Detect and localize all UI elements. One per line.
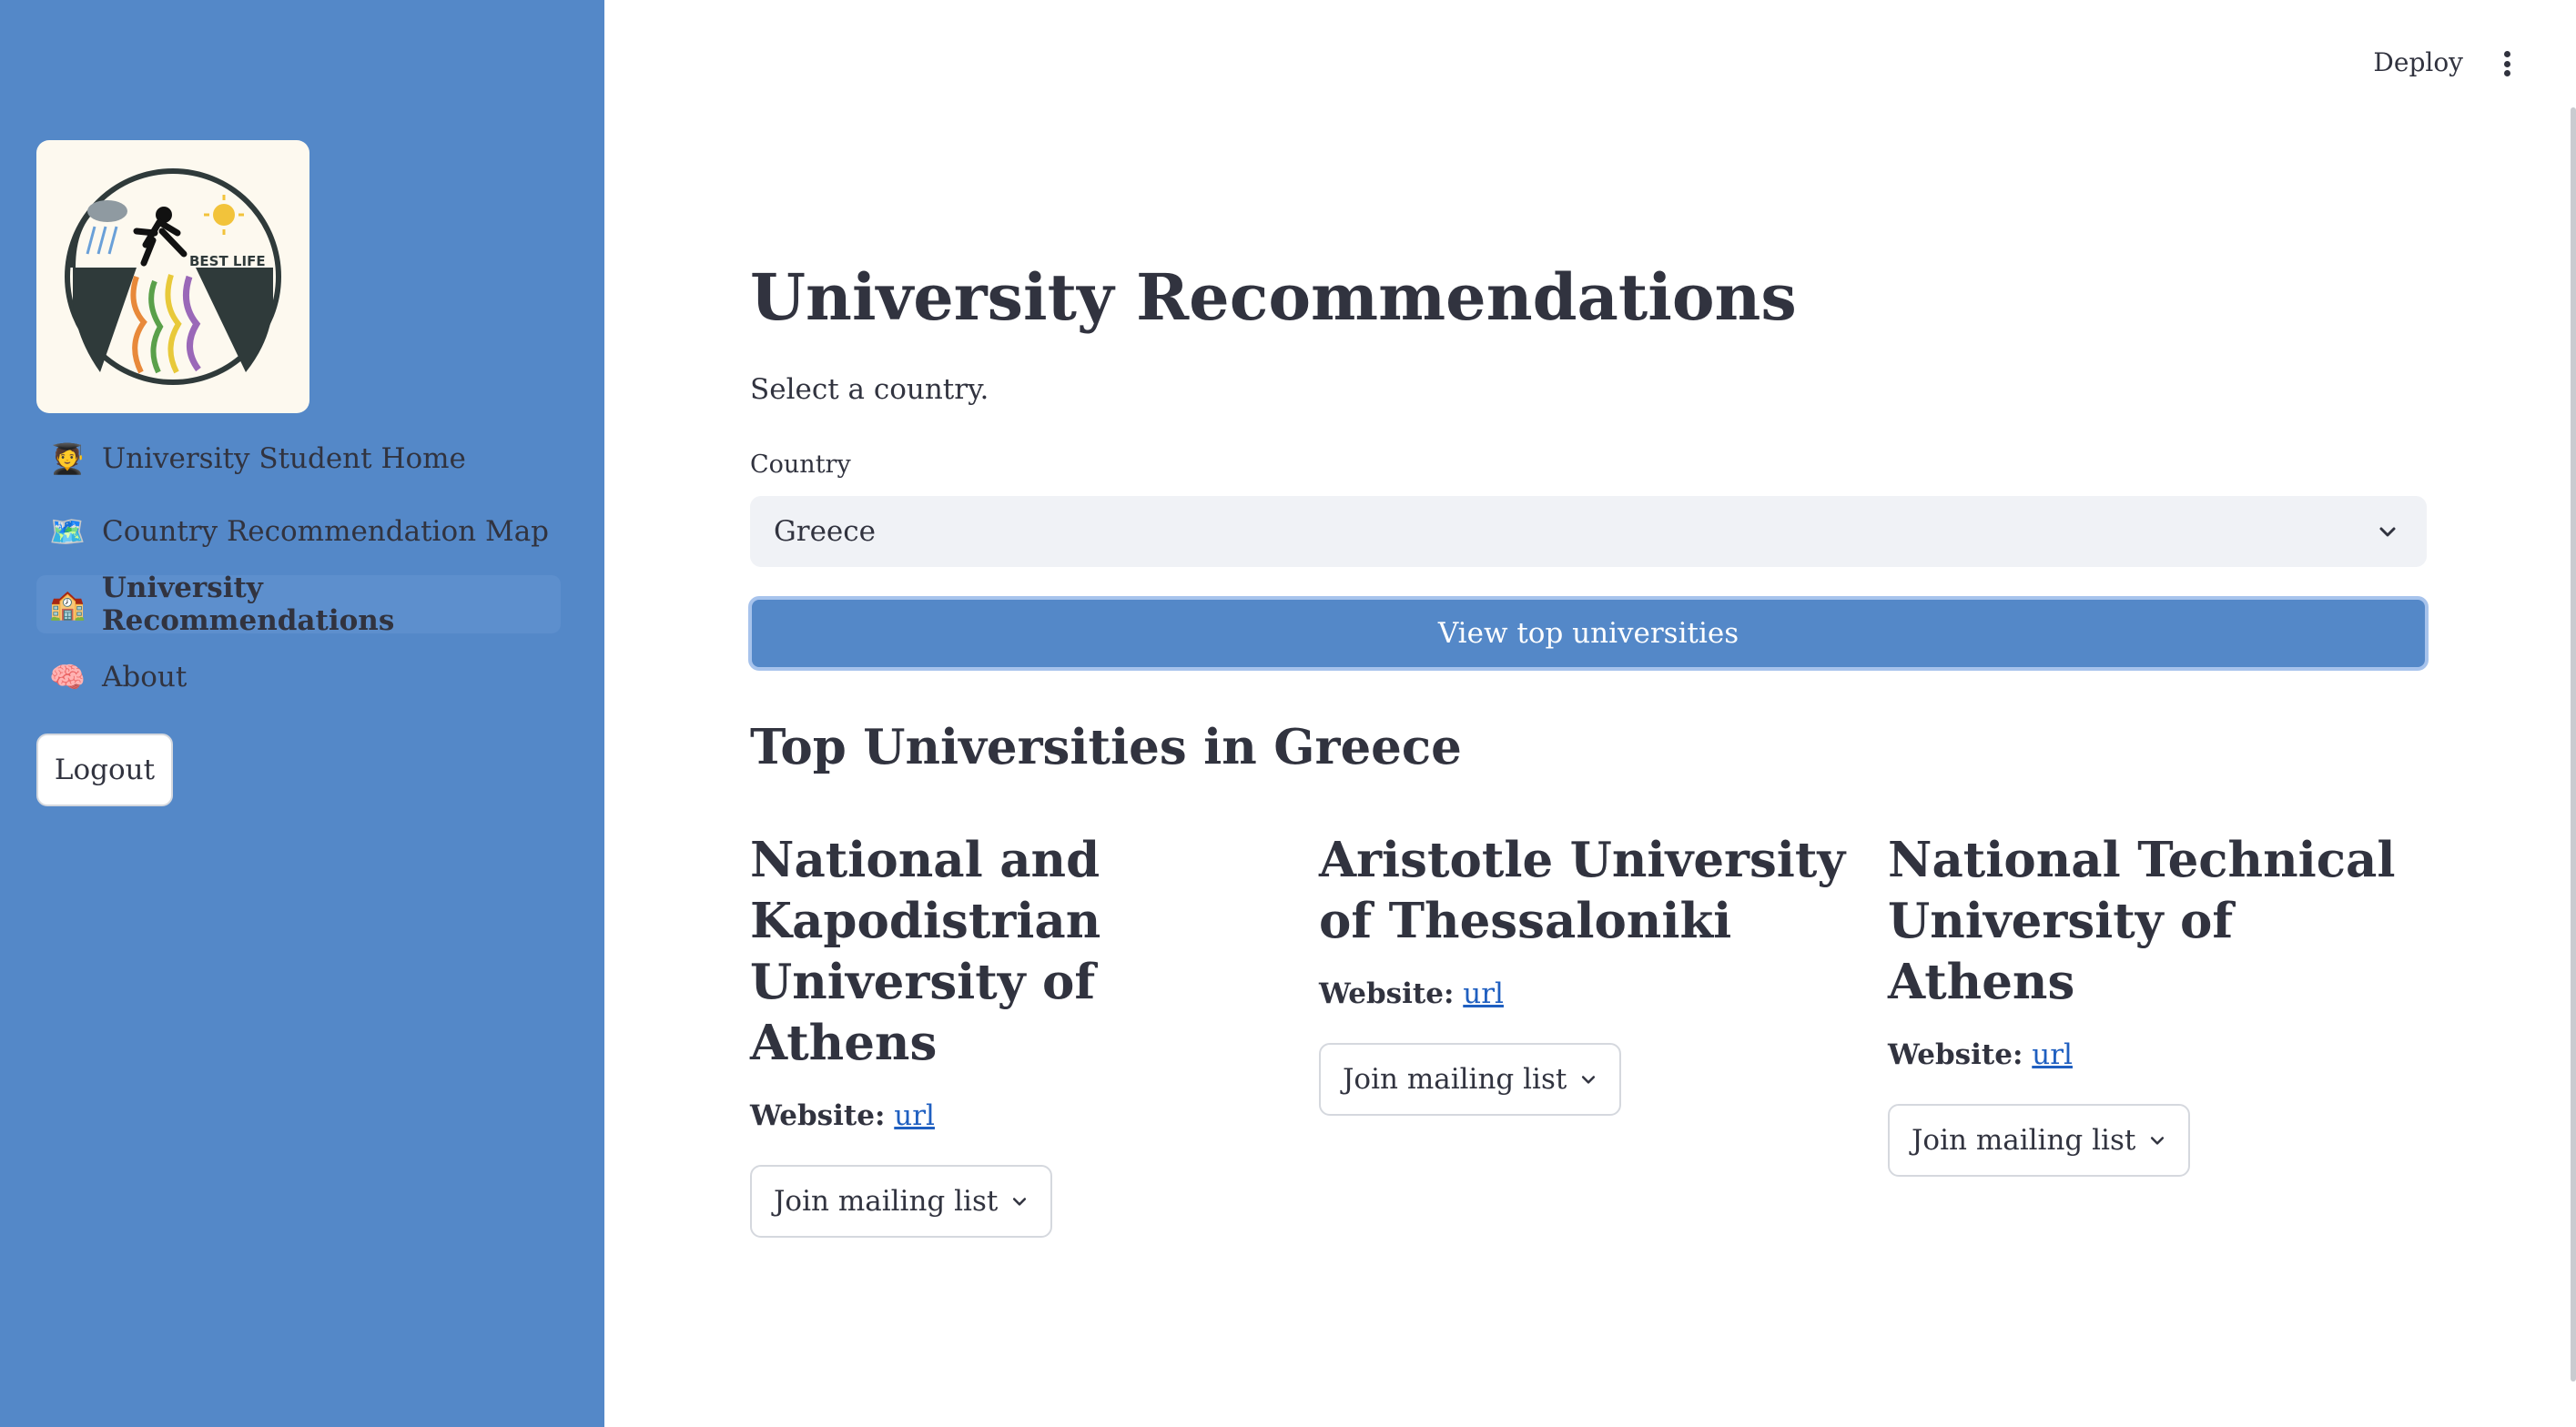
student-icon: 🧑‍🎓 [49,441,86,476]
mailing-label: Join mailing list [1343,1063,1567,1096]
website-line: Website: url [750,1099,1278,1132]
university-name: National and Kapodistrian University of … [750,832,1101,1071]
join-mailing-list-button[interactable]: Join mailing list [1888,1104,2191,1177]
website-link[interactable]: url [2032,1038,2073,1071]
sidebar: BEST LIFE 🧑‍🎓 University Student Home 🗺️… [0,0,604,1427]
app-logo: BEST LIFE [36,140,309,413]
website-link[interactable]: url [894,1099,935,1132]
section-title: Top Universities in Greece [750,719,1462,775]
sidebar-item-university-student-home[interactable]: 🧑‍🎓 University Student Home [36,430,561,488]
university-name: Aristotle University of Thessaloniki [1319,832,1846,949]
country-select-value: Greece [774,515,876,548]
deploy-button[interactable]: Deploy [2373,47,2463,77]
country-select[interactable]: Greece [750,496,2427,567]
chevron-down-icon [2374,518,2401,545]
chevron-down-icon [1013,1198,1027,1206]
website-label: Website: [750,1099,886,1132]
sidebar-item-country-recommendation-map[interactable]: 🗺️ Country Recommendation Map [36,502,561,561]
sidebar-item-label: University Recommendations [101,572,395,637]
more-options-icon[interactable] [2496,47,2518,80]
svg-text:BEST LIFE: BEST LIFE [189,253,266,269]
website-label: Website: [1319,977,1455,1010]
view-top-universities-button[interactable]: View top universities [748,596,2429,671]
mailing-label: Join mailing list [774,1185,999,1218]
join-mailing-list-button[interactable]: Join mailing list [1319,1043,1622,1116]
university-card: National and Kapodistrian University of … [750,830,1278,1238]
sidebar-item-about[interactable]: 🧠 About [36,648,561,706]
page-subtitle: Select a country. [750,373,989,406]
website-line: Website: url [1888,1038,2416,1071]
sidebar-item-label: About [102,661,188,693]
brain-icon: 🧠 [49,660,86,694]
school-icon: 🏫 [49,587,86,622]
sidebar-nav: 🧑‍🎓 University Student Home 🗺️ Country R… [36,430,561,721]
website-link[interactable]: url [1463,977,1504,1010]
university-card: Aristotle University of Thessaloniki Web… [1319,830,1847,1116]
scrollbar[interactable] [2571,107,2576,1381]
page-title: University Recommendations [750,259,1797,335]
university-card: National Technical University of Athens … [1888,830,2416,1177]
chevron-down-icon [1582,1076,1596,1084]
website-label: Website: [1888,1038,2023,1071]
join-mailing-list-button[interactable]: Join mailing list [750,1165,1053,1238]
sidebar-item-university-recommendations[interactable]: 🏫 University Recommendations [36,572,561,637]
university-name: National Technical University of Athens [1888,832,2396,1010]
logout-button[interactable]: Logout [36,734,173,806]
mailing-label: Join mailing list [1912,1124,2136,1157]
chevron-down-icon [2151,1137,2165,1145]
sidebar-item-label: University Student Home [102,442,466,475]
sidebar-item-label: Country Recommendation Map [102,515,550,548]
map-icon: 🗺️ [49,514,86,549]
country-label: Country [750,450,851,479]
website-line: Website: url [1319,977,1847,1010]
